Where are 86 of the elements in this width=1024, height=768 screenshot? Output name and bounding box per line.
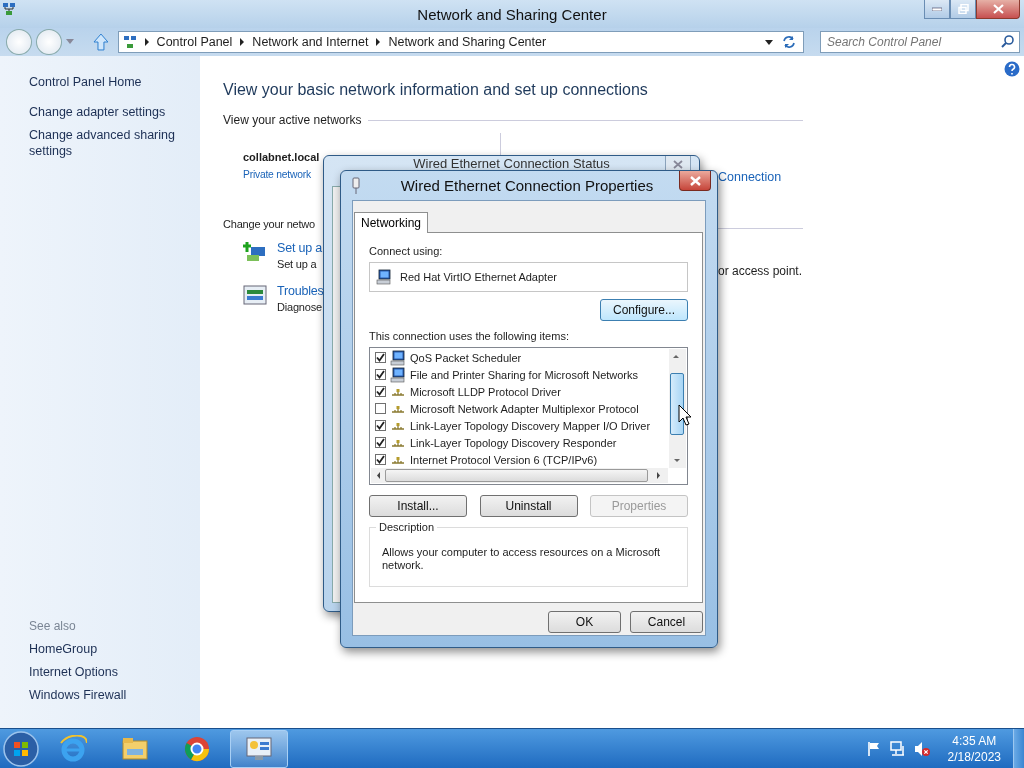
task-link[interactable]: Set up a — [277, 241, 322, 255]
network-setup-icon — [243, 241, 267, 263]
clock-time[interactable]: 4:35 AM — [952, 733, 997, 748]
list-item[interactable]: File and Printer Sharing for Microsoft Networks — [410, 368, 639, 381]
network-type-link[interactable]: Private network — [243, 169, 311, 180]
refresh-icon[interactable] — [781, 35, 797, 49]
section-label: View your active networks — [223, 113, 362, 127]
control-panel-icon — [245, 734, 273, 763]
dialog-title: Wired Ethernet Connection Properties — [399, 177, 655, 194]
list-item[interactable]: QoS Packet Scheduler — [410, 351, 522, 364]
dropdown-arrow-icon[interactable] — [765, 39, 773, 45]
sidebar-link[interactable]: Internet Options — [29, 664, 200, 680]
taskbar-app[interactable] — [230, 729, 288, 768]
ok-button[interactable]: OK — [548, 611, 621, 633]
list-item[interactable]: Link-Layer Topology Discovery Responder — [410, 436, 617, 449]
page-heading: View your basic network information and set up connections — [223, 81, 649, 99]
speaker-muted-icon[interactable] — [913, 740, 930, 757]
tab[interactable]: Networking — [354, 212, 429, 233]
checkbox[interactable] — [375, 386, 386, 397]
list-item[interactable]: Microsoft LLDP Protocol Driver — [410, 385, 561, 398]
checkbox[interactable] — [375, 454, 386, 465]
description-text: Allows your computer to access resources on a Microsoft network. — [382, 546, 662, 572]
clock-date[interactable]: 2/18/2023 — [947, 749, 1001, 764]
connection-link[interactable]: Connection — [718, 170, 782, 184]
field-label: Connect using: — [369, 245, 444, 257]
search-field[interactable]: Search Control Panel — [820, 31, 1020, 53]
start-button[interactable] — [2, 729, 40, 768]
list-item[interactable]: Link-Layer Topology Discovery Mapper I/O Driver — [410, 419, 651, 432]
sidebar-link[interactable]: Control Panel Home — [29, 74, 200, 90]
browser-icon — [183, 734, 211, 763]
flag-icon[interactable] — [865, 740, 882, 757]
cancel-button[interactable]: Cancel — [630, 611, 703, 633]
restore-icon — [957, 4, 969, 14]
window-title: Network and Sharing Center — [417, 5, 607, 23]
address-bar[interactable]: Control Panel Network and Internet Network and Sharing Center — [117, 31, 804, 53]
window-title: Wired Ethernet Connection Status — [412, 156, 611, 171]
troubleshoot-icon — [243, 284, 267, 306]
network-icon — [122, 35, 137, 49]
task-description: Set up a — [277, 258, 318, 270]
minimize-icon — [932, 7, 942, 11]
browser-icon — [59, 734, 87, 763]
network-icon — [2, 2, 16, 16]
close-icon — [689, 175, 701, 186]
checkbox[interactable] — [375, 369, 386, 380]
sidebar-link[interactable]: Windows Firewall — [29, 687, 200, 703]
breadcrumb[interactable]: Network and Sharing Center — [388, 35, 547, 49]
help-icon[interactable] — [1004, 61, 1020, 77]
computer-icon — [390, 366, 406, 383]
checkbox[interactable] — [375, 437, 386, 448]
close-button[interactable] — [679, 171, 711, 191]
plug-icon — [351, 177, 361, 195]
adapter-field: Red Hat VirtIO Ethernet Adapter — [369, 262, 688, 292]
task-description: or access point. — [718, 264, 803, 278]
configure-button[interactable]: Configure... — [600, 299, 688, 321]
computer-icon — [390, 349, 406, 366]
vertical-scrollbar[interactable] — [669, 349, 686, 468]
network-name: collabnet.local — [243, 151, 321, 163]
horizontal-scrollbar[interactable] — [371, 468, 668, 483]
checkbox[interactable] — [375, 352, 386, 363]
task-link[interactable]: Troubles — [277, 284, 324, 298]
see-also-heading: See also — [29, 619, 77, 633]
sidebar-link[interactable]: Change advanced sharing settings — [29, 127, 179, 159]
search-icon[interactable] — [1001, 35, 1014, 48]
network-icon[interactable] — [889, 740, 906, 757]
list-item[interactable]: Microsoft Network Adapter Multiplexor Protocol — [410, 402, 639, 415]
close-icon — [673, 160, 683, 169]
breadcrumb[interactable]: Network and Internet — [252, 35, 369, 49]
sidebar-link[interactable]: Change adapter settings — [29, 104, 200, 120]
list-item[interactable]: Internet Protocol Version 6 (TCP/IPv6) — [410, 453, 598, 466]
checkbox[interactable] — [375, 420, 386, 431]
close-icon — [992, 4, 1004, 14]
dialog-button[interactable]: Install... — [369, 495, 467, 517]
sidebar-link[interactable]: HomeGroup — [29, 641, 200, 657]
network-adapter-icon — [376, 269, 392, 285]
show-desktop-button[interactable] — [1013, 728, 1024, 768]
mouse-cursor-icon — [678, 404, 692, 426]
task-description: Diagnose — [277, 301, 323, 313]
minimize-button[interactable] — [924, 0, 950, 19]
close-button[interactable] — [976, 0, 1020, 19]
dialog-button[interactable]: Uninstall — [479, 495, 578, 517]
field-label: This connection uses the following items: — [369, 330, 570, 342]
group-label: Description — [376, 521, 438, 533]
breadcrumb[interactable]: Control Panel — [156, 35, 233, 49]
checkbox[interactable] — [375, 403, 386, 414]
section-label: Change your netwo — [223, 218, 315, 230]
restore-button[interactable] — [950, 0, 976, 19]
